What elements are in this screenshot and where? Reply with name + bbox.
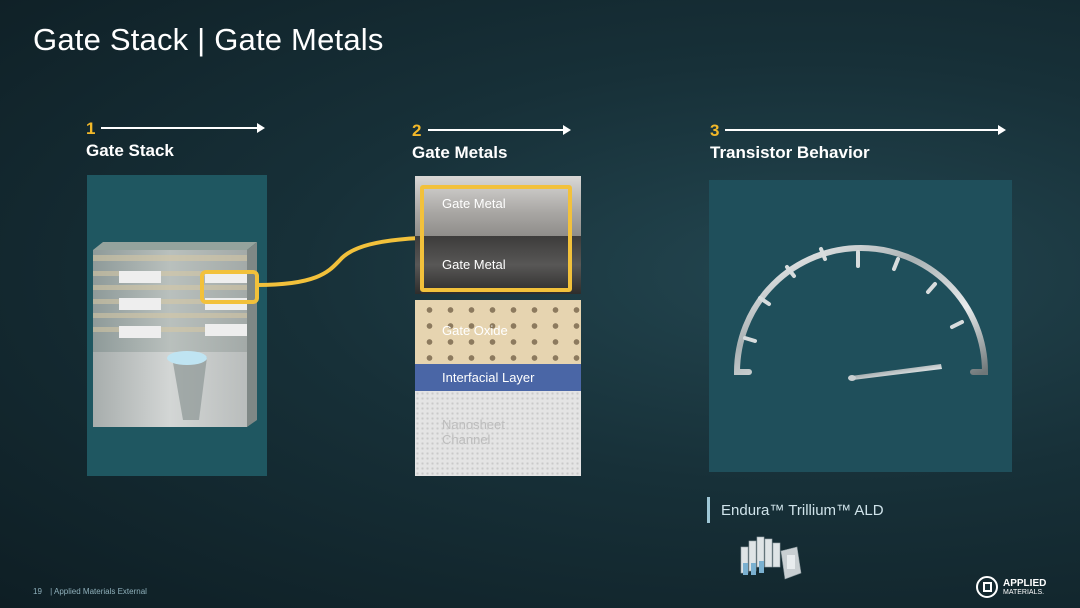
logo-line-1: APPLIED [1003, 578, 1047, 589]
product-accent-bar [707, 497, 710, 523]
gate-stack-panel [87, 175, 267, 476]
step-1-label: Gate Stack [86, 141, 174, 160]
step-2-number: 2 [412, 121, 422, 140]
transistor-behavior-panel [709, 180, 1012, 472]
applied-materials-logo-icon [976, 576, 998, 598]
step-2-arrow [428, 125, 571, 135]
connector-line [200, 236, 421, 304]
nanosheet-channel-label: Nanosheet Channel [442, 417, 505, 447]
footer: 19 | Applied Materials External [33, 587, 147, 596]
step-3-label: Transistor Behavior [710, 143, 870, 162]
gate-stack-illustration [93, 242, 257, 427]
gate-oxide-label: Gate Oxide [442, 323, 508, 338]
step-1-number: 1 [86, 119, 96, 138]
interfacial-layer-label: Interfacial Layer [442, 370, 535, 385]
page-title: Gate Stack | Gate Metals [33, 22, 384, 57]
nanosheet-channel-layer: Nanosheet Channel [415, 391, 581, 476]
step-2-label: Gate Metals [412, 143, 508, 162]
step-1-arrow [101, 123, 265, 133]
step-3-number: 3 [710, 121, 720, 140]
gate-oxide-layer: Gate Oxide [415, 300, 581, 364]
applied-materials-logo-text: APPLIED MATERIALS. [1003, 579, 1046, 597]
footer-text: | Applied Materials External [50, 587, 147, 596]
product-name: Endura™ Trillium™ ALD [721, 502, 884, 519]
interfacial-layer: Interfacial Layer [415, 364, 581, 391]
logo-line-2: MATERIALS. [1003, 589, 1045, 596]
speedometer-icon [733, 245, 989, 381]
page-number: 19 [33, 587, 42, 596]
gate-metal-highlight [420, 185, 572, 292]
endura-system-icon [740, 536, 802, 580]
step-3-arrow [725, 125, 1006, 135]
